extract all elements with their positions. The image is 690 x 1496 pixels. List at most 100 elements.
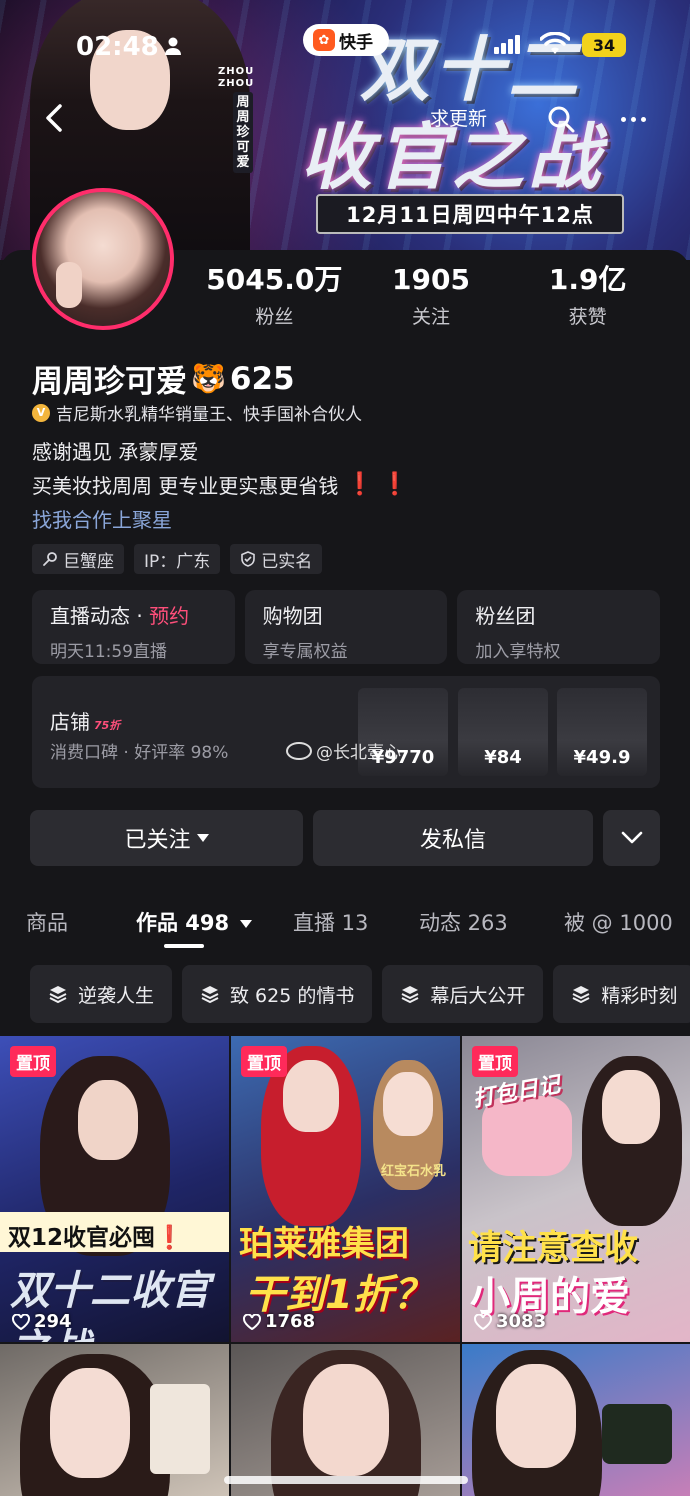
collection-chip[interactable]: 致 625 的情书 xyxy=(182,965,373,1023)
banner-vertical-name: 周周珍可爱 xyxy=(233,92,253,173)
more-options-button[interactable] xyxy=(608,104,658,134)
thumb-face xyxy=(383,1072,433,1136)
card-title-sep: · xyxy=(130,604,150,628)
video-thumbnail[interactable]: 打包日记 置顶 请注意查收 小周的爱 3083 xyxy=(462,1036,690,1342)
request-update-button[interactable]: 求更新 xyxy=(430,104,487,131)
thumb-face xyxy=(303,1364,389,1476)
banner-zhou-tag: ZHOU ZHOU xyxy=(218,66,255,89)
live-schedule-card[interactable]: 直播动态 · 预约 明天11:59直播 xyxy=(32,590,235,664)
tab-moments[interactable]: 动态 263 xyxy=(419,907,508,937)
tag-zodiac[interactable]: 巨蟹座 xyxy=(32,544,124,574)
stat-number: 5045.0万 xyxy=(206,263,343,296)
tab-works[interactable]: 作品 498 xyxy=(136,907,253,937)
stat-number: 1905 xyxy=(392,263,470,296)
collection-chip[interactable]: 逆袭人生 xyxy=(30,965,173,1023)
banner-date-plate: 12月11日周四中午12点 xyxy=(316,194,624,234)
tag-verified[interactable]: 已实名 xyxy=(230,544,323,574)
video-thumbnail[interactable]: 置顶 双12收官必囤❗ 双十二收官之战 294 xyxy=(0,1036,229,1342)
stat-following[interactable]: 1905 关注 xyxy=(353,264,510,334)
shop-title: 店铺 75折 xyxy=(50,706,120,735)
thumb-caption-top: 请注意查收 xyxy=(468,1228,638,1268)
message-label: 发私信 xyxy=(419,828,486,853)
thumb-face xyxy=(283,1060,339,1132)
collection-chip[interactable]: 幕后大公开 xyxy=(382,965,544,1023)
verification-line[interactable]: V 吉尼斯水乳精华销量王、快手国补合伙人 xyxy=(32,400,362,425)
shield-icon xyxy=(241,551,256,567)
thumb-face xyxy=(496,1364,576,1468)
bio-line-2-text: 买美妆找周周 更专业更实惠更省钱 xyxy=(32,474,339,498)
caret-down-icon xyxy=(196,834,209,842)
card-title: 购物团 xyxy=(262,604,323,628)
video-thumbnail[interactable] xyxy=(462,1344,690,1496)
exclamation-icon: ❗ ❗ xyxy=(346,472,409,497)
dot-icon xyxy=(620,116,626,122)
like-count: 1768 xyxy=(243,1311,315,1332)
chip-label: 精彩时刻 xyxy=(601,984,678,1007)
status-time: 02:48 xyxy=(76,32,159,62)
caret-down-icon xyxy=(240,920,253,928)
profile-tags: 巨蟹座 IP：广东 已实名 xyxy=(32,544,323,574)
video-thumbnail[interactable] xyxy=(0,1344,229,1496)
card-subtitle: 明天11:59直播 xyxy=(50,642,167,662)
following-button[interactable]: 已关注 xyxy=(30,810,303,866)
weibo-watermark: @长北壹心 xyxy=(286,738,401,763)
like-count-value: 294 xyxy=(34,1311,72,1332)
stat-label: 获赞 xyxy=(568,306,607,328)
active-tab-indicator xyxy=(164,944,204,948)
tag-label: 巨蟹座 xyxy=(63,551,114,572)
tab-works-label: 作品 498 xyxy=(136,911,230,935)
kuaishou-logo-icon: ✿ xyxy=(313,29,335,51)
profile-name-suffix: 625 xyxy=(229,360,295,397)
tag-label: IP：广东 xyxy=(144,551,211,572)
back-button[interactable] xyxy=(36,100,72,136)
home-indicator[interactable] xyxy=(224,1476,468,1484)
product-price: ¥84 xyxy=(484,747,522,768)
thumb-product-tag: 红宝石水乳 xyxy=(381,1164,447,1179)
shop-product[interactable]: ¥49.9 xyxy=(557,688,647,776)
stats-row: 5045.0万 粉丝 1905 关注 1.9亿 获赞 xyxy=(196,264,666,334)
collection-chip[interactable]: 精彩时刻 xyxy=(553,965,690,1023)
video-grid: 置顶 双12收官必囤❗ 双十二收官之战 294 红宝石水乳 置顶 珀莱雅集团 干… xyxy=(0,1036,690,1496)
shop-card[interactable]: 店铺 75折 消费口碑 · 好评率 98% ¥9770 ¥84 ¥49.9 xyxy=(32,676,660,788)
thumb-face xyxy=(602,1070,660,1144)
tab-mentions[interactable]: 被 @ 1000 xyxy=(564,907,673,937)
chevron-down-icon xyxy=(621,831,642,844)
avatar[interactable] xyxy=(32,188,174,330)
dot-icon xyxy=(640,116,646,122)
thumb-product xyxy=(150,1384,210,1474)
kuaishou-label: 快手 xyxy=(339,32,373,53)
stat-likes[interactable]: 1.9亿 获赞 xyxy=(509,264,666,334)
verified-badge-icon: V xyxy=(32,403,50,422)
stat-label: 粉丝 xyxy=(255,306,294,328)
stat-followers[interactable]: 5045.0万 粉丝 xyxy=(196,264,353,334)
chip-label: 逆袭人生 xyxy=(78,984,155,1007)
bio-line-1: 感谢遇见 承蒙厚爱 xyxy=(32,440,199,464)
expand-button[interactable] xyxy=(603,810,660,866)
tag-ip[interactable]: IP：广东 xyxy=(134,544,221,574)
reserve-link[interactable]: 预约 xyxy=(149,604,189,628)
search-icon[interactable] xyxy=(546,104,576,134)
layers-icon xyxy=(401,986,419,1004)
thumb-face xyxy=(50,1368,130,1478)
thumb-caption-top: 双12收官必囤❗ xyxy=(0,1212,229,1252)
fan-group-card[interactable]: 粉丝团 加入享特权 xyxy=(457,590,661,664)
tab-live[interactable]: 直播 13 xyxy=(293,907,368,937)
like-count: 294 xyxy=(12,1311,72,1332)
cooperation-link[interactable]: 找我合作上聚星 xyxy=(32,504,172,533)
video-thumbnail[interactable] xyxy=(231,1344,460,1496)
shop-product[interactable]: ¥84 xyxy=(458,688,548,776)
signal-icon xyxy=(494,35,520,54)
like-count-value: 3083 xyxy=(496,1311,547,1332)
key-icon xyxy=(43,552,57,566)
send-message-button[interactable]: 发私信 xyxy=(313,810,593,866)
collection-chips: 逆袭人生 致 625 的情书 幕后大公开 精彩时刻 xyxy=(30,965,690,1023)
like-count: 3083 xyxy=(474,1311,546,1332)
heart-icon xyxy=(12,1313,30,1330)
card-title: 直播动态 · 预约 xyxy=(50,600,217,629)
shopping-group-card[interactable]: 购物团 享专属权益 xyxy=(244,590,448,664)
video-thumbnail[interactable]: 红宝石水乳 置顶 珀莱雅集团 干到1折？ 1768 xyxy=(231,1036,460,1342)
product-price: ¥49.9 xyxy=(573,747,631,768)
kuaishou-app-pill[interactable]: ✿ 快手 xyxy=(303,24,389,56)
tab-products[interactable]: 商品 xyxy=(26,907,68,937)
profile-name-text: 周周珍可爱 xyxy=(32,364,187,400)
